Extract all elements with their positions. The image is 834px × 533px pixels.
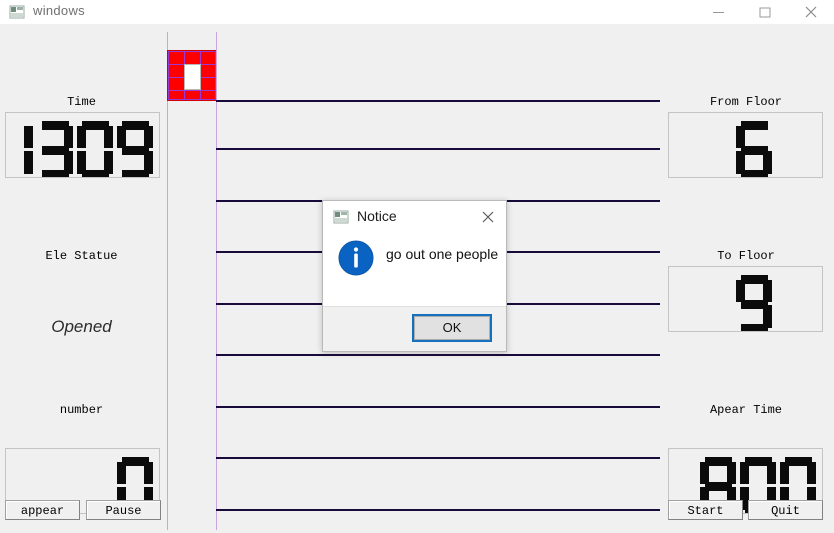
floor-line — [216, 457, 660, 459]
lcd-digit — [77, 121, 113, 177]
lcd-digit — [736, 121, 772, 177]
floor-line — [216, 406, 660, 408]
title-bar: windows — [0, 0, 834, 25]
dialog-title: Notice — [357, 208, 397, 224]
ele-statue-label: Ele Statue — [45, 249, 118, 263]
app-window-icon — [333, 209, 349, 225]
info-icon — [338, 240, 374, 276]
floor-line — [216, 354, 660, 356]
close-icon — [805, 6, 817, 18]
from-floor-display-box — [668, 112, 823, 178]
apear-time-label: Apear Time — [709, 403, 782, 417]
lcd-digit — [117, 121, 153, 177]
close-icon — [482, 211, 494, 223]
lcd-digit — [37, 121, 73, 177]
dialog-body: go out one people — [323, 233, 506, 285]
elevator-car — [167, 50, 216, 101]
dialog-footer: OK — [323, 306, 506, 351]
client-area: Time Ele Statue Opened number appear Pau… — [0, 24, 834, 533]
maximize-icon — [759, 7, 771, 18]
start-button[interactable]: Start — [668, 500, 743, 520]
shaft-left-rail — [167, 32, 168, 530]
from-floor-label: From Floor — [709, 95, 782, 109]
to-floor-display-value — [736, 275, 772, 331]
minimize-icon — [713, 12, 724, 13]
dialog-close-button[interactable] — [470, 201, 506, 233]
elevator-door — [184, 64, 201, 90]
dialog-ok-button[interactable]: OK — [412, 314, 492, 342]
dialog-message: go out one people — [386, 246, 499, 262]
application-window: windows Time Ele Statue Opened number ap… — [0, 0, 834, 533]
ele-statue-value: Opened — [51, 317, 112, 336]
time-display-value — [6, 121, 153, 177]
floor-line — [216, 100, 660, 102]
floor-line — [216, 148, 660, 150]
number-label: number — [59, 403, 104, 417]
app-window-icon — [9, 4, 25, 20]
time-label: Time — [67, 95, 96, 109]
lcd-digit — [736, 275, 772, 331]
from-floor-display-value — [736, 121, 772, 177]
to-floor-display-box — [668, 266, 823, 332]
close-button[interactable] — [788, 0, 834, 24]
maximize-button[interactable] — [742, 0, 788, 24]
window-title: windows — [33, 3, 85, 18]
quit-button[interactable]: Quit — [748, 500, 823, 520]
minimize-button[interactable] — [696, 0, 742, 24]
to-floor-label: To Floor — [717, 249, 775, 263]
dialog-title-bar: Notice — [323, 201, 506, 233]
shaft-right-rail — [216, 32, 217, 530]
floor-line — [216, 509, 660, 511]
lcd-digit — [6, 121, 33, 177]
notice-dialog: Notice go out one people OK — [322, 200, 507, 352]
pause-button[interactable]: Pause — [86, 500, 161, 520]
time-display-box — [5, 112, 160, 178]
appear-button[interactable]: appear — [5, 500, 80, 520]
